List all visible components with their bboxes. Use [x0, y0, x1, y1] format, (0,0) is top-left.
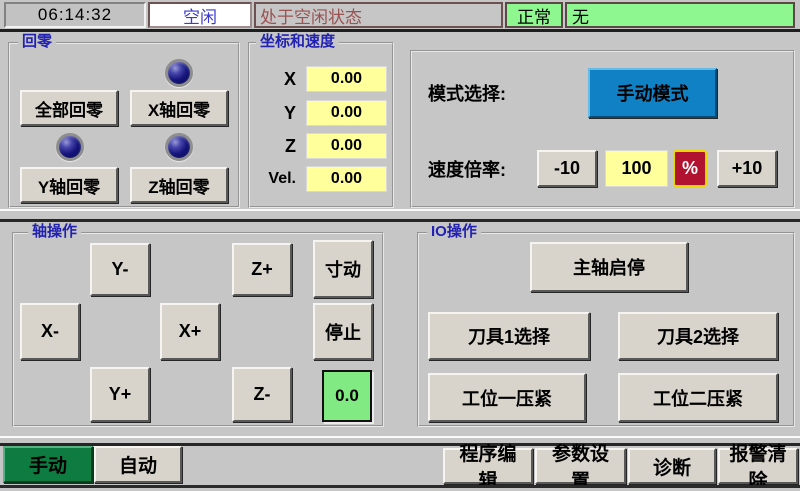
machine-state-display: 空闲	[148, 2, 252, 28]
clock-display: 06:14:32	[4, 2, 146, 28]
station1-clamp-button[interactable]: 工位一压紧	[428, 373, 586, 422]
jog-mode-button[interactable]: 寸动	[313, 240, 373, 298]
home-z-button[interactable]: Z轴回零	[130, 167, 228, 203]
jog-z-minus-button[interactable]: Z-	[232, 367, 292, 422]
percent-badge: %	[673, 150, 707, 187]
stop-button[interactable]: 停止	[313, 303, 373, 360]
home-y-button[interactable]: Y轴回零	[20, 167, 118, 203]
tool2-select-button[interactable]: 刀具2选择	[618, 312, 778, 360]
bottom-divider	[0, 436, 800, 446]
manual-mode-button[interactable]: 手动模式	[588, 68, 717, 118]
jog-step-value-display: 0.0	[322, 370, 372, 422]
coord-value-x: 0.00	[306, 66, 387, 92]
bottom-strip	[0, 485, 800, 491]
rate-value-field: 100	[605, 150, 668, 187]
jog-y-plus-button[interactable]: Y+	[90, 367, 150, 422]
coord-value-vel: 0.00	[306, 166, 387, 192]
jog-y-minus-button[interactable]: Y-	[90, 243, 150, 296]
homing-panel-title: 回零	[18, 34, 56, 50]
jog-x-minus-button[interactable]: X-	[20, 303, 80, 360]
nav-program-edit-button[interactable]: 程序编辑	[443, 448, 533, 484]
hmi-screen: 06:14:32 空闲 处于空闲状态 正常 无 回零 全部回零 X轴回零 Y轴回…	[0, 0, 800, 491]
alarm-text-display: 无	[565, 2, 795, 28]
coord-label-vel: Vel.	[250, 166, 296, 192]
jog-z-plus-button[interactable]: Z+	[232, 243, 292, 296]
x-axis-home-led	[165, 59, 193, 87]
nav-auto-button[interactable]: 自动	[94, 446, 182, 483]
top-divider	[0, 29, 800, 32]
rate-plus-button[interactable]: +10	[717, 150, 777, 187]
home-x-button[interactable]: X轴回零	[130, 90, 228, 126]
nav-alarm-clear-button[interactable]: 报警清除	[718, 448, 798, 484]
coord-label-y: Y	[250, 100, 296, 126]
nav-manual-button[interactable]: 手动	[3, 446, 93, 483]
coords-panel-title: 坐标和速度	[256, 34, 339, 50]
mode-select-label: 模式选择:	[428, 68, 506, 118]
middle-divider	[0, 209, 800, 222]
spindle-start-stop-button[interactable]: 主轴启停	[530, 242, 688, 292]
coord-value-y: 0.00	[306, 100, 387, 126]
z-axis-home-led	[165, 133, 193, 161]
coord-label-x: X	[250, 66, 296, 92]
jog-x-plus-button[interactable]: X+	[160, 303, 220, 360]
axis-panel-title: 轴操作	[28, 224, 81, 240]
rate-minus-button[interactable]: -10	[537, 150, 597, 187]
tool1-select-button[interactable]: 刀具1选择	[428, 312, 590, 360]
home-all-button[interactable]: 全部回零	[20, 90, 118, 126]
station2-clamp-button[interactable]: 工位二压紧	[618, 373, 778, 422]
nav-diagnosis-button[interactable]: 诊断	[628, 448, 716, 484]
y-axis-home-led	[56, 133, 84, 161]
state-message-display: 处于空闲状态	[254, 2, 503, 28]
coord-value-z: 0.00	[306, 133, 387, 159]
io-panel-title: IO操作	[427, 224, 481, 240]
alarm-status-display: 正常	[505, 2, 563, 28]
coord-label-z: Z	[250, 133, 296, 159]
speed-rate-label: 速度倍率:	[428, 150, 506, 187]
nav-param-set-button[interactable]: 参数设置	[535, 448, 626, 484]
